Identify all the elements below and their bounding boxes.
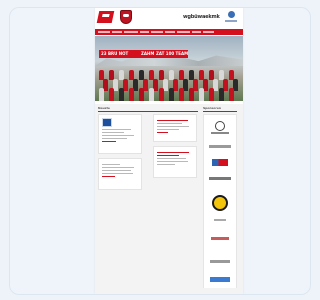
news-card[interactable]	[98, 114, 142, 154]
sponsor-6-icon[interactable]	[211, 237, 229, 240]
sponsor-3-icon[interactable]	[212, 159, 228, 166]
team-player	[179, 88, 184, 101]
sponsor-1-icon[interactable]	[215, 121, 225, 131]
news-card[interactable]	[153, 114, 197, 142]
news-card[interactable]	[153, 146, 197, 178]
news-column-middle	[153, 114, 197, 182]
team-player	[189, 88, 194, 101]
team-player	[129, 88, 134, 101]
left-section-divider	[98, 111, 198, 112]
hero-team-photo[interactable]: 23 BRU NOT ZAHM ZAT 100 TEAM	[95, 36, 243, 101]
sponsor-sidebar	[203, 114, 237, 290]
hero-banner-3: ZAT 100 TEAM	[154, 50, 189, 58]
team-player	[199, 88, 204, 101]
nav-item[interactable]	[124, 31, 138, 33]
sponsor-7-icon[interactable]	[210, 260, 230, 263]
content-area: Neuste Sponsoren	[95, 104, 243, 294]
team-player	[109, 88, 114, 101]
team-player	[99, 88, 104, 101]
nav-item[interactable]	[140, 31, 149, 33]
right-section-divider	[203, 111, 237, 112]
nav-item[interactable]	[165, 31, 175, 33]
nav-item[interactable]	[98, 31, 110, 33]
team-player	[229, 88, 234, 101]
team-player	[149, 88, 154, 101]
team-group	[99, 70, 239, 101]
site-footer	[95, 288, 243, 294]
header-sponsor-text[interactable]: wgbüwaekmk	[183, 14, 220, 20]
site-header: wgbüwaekmk	[95, 8, 243, 27]
sponsor-8-icon[interactable]	[210, 277, 230, 282]
team-player	[139, 88, 144, 101]
sponsor-5-icon[interactable]	[212, 195, 228, 211]
right-section-heading: Sponsoren	[203, 106, 222, 110]
left-section-heading: Neuste	[98, 106, 110, 110]
team-player	[219, 88, 224, 101]
sponsor-2-icon[interactable]	[209, 145, 231, 148]
news-card[interactable]	[98, 158, 142, 190]
nav-item[interactable]	[151, 31, 163, 33]
team-player	[159, 88, 164, 101]
screenshot-frame: wgbüwaekmk 23 BRU NOT ZAHM ZAT 100 TEAM …	[9, 7, 311, 295]
club-logo-icon[interactable]	[96, 11, 115, 23]
nav-item[interactable]	[192, 31, 201, 33]
team-player	[209, 88, 214, 101]
team-player	[119, 88, 124, 101]
sponsor-logo-icon[interactable]	[224, 11, 238, 24]
sponsor-4-icon[interactable]	[209, 177, 231, 180]
nav-item[interactable]	[177, 31, 190, 33]
main-navigation	[95, 29, 243, 35]
news-thumbnail	[102, 118, 112, 127]
club-crest-icon[interactable]	[120, 10, 132, 24]
nav-item[interactable]	[203, 31, 214, 33]
nav-item[interactable]	[112, 31, 122, 33]
website-page: wgbüwaekmk 23 BRU NOT ZAHM ZAT 100 TEAM …	[95, 8, 243, 294]
team-player	[169, 88, 174, 101]
hero-banner-1: 23 BRU NOT	[99, 50, 141, 58]
news-column-left	[98, 114, 142, 194]
